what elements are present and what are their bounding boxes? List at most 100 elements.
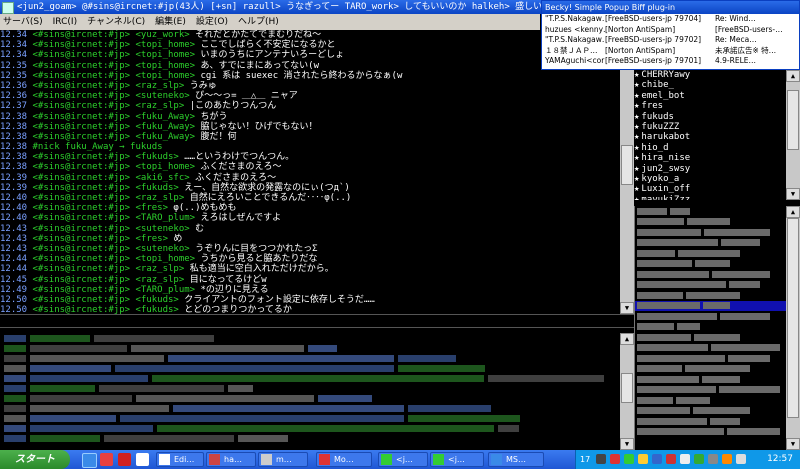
channel-list-item[interactable] <box>635 248 787 259</box>
channel-list-item[interactable] <box>635 322 787 333</box>
scroll-up-arrow-icon[interactable]: ▲ <box>786 206 800 218</box>
task-button-mo[interactable]: Mo… <box>316 452 372 467</box>
tray-icon-5[interactable] <box>652 454 662 464</box>
scroll-up-arrow-icon[interactable]: ▲ <box>620 333 634 345</box>
tray-icon-6[interactable] <box>666 454 676 464</box>
task-button-m[interactable]: m… <box>258 452 308 467</box>
channel-list-item[interactable] <box>635 300 787 311</box>
tray-icon-9[interactable] <box>708 454 718 464</box>
nick-list-item[interactable]: ★ Luxin_off <box>634 184 784 194</box>
channel-list-item[interactable] <box>635 416 787 427</box>
nick-list-item[interactable]: ★ jun2_swsy <box>634 164 784 174</box>
nick-list-item[interactable]: ★ mayukiZzz <box>634 195 784 200</box>
ie-icon[interactable] <box>82 453 97 468</box>
system-message: #nick fuku_Away → fukuds <box>32 142 163 153</box>
speaker-icon[interactable] <box>736 454 746 464</box>
tray-icon-4[interactable] <box>638 454 648 464</box>
menu-server[interactable]: サーバ(S) <box>3 17 43 27</box>
tray-icon-8[interactable] <box>694 454 704 464</box>
scroll-thumb[interactable] <box>621 373 633 403</box>
channel-list-item[interactable] <box>635 290 787 301</box>
channel-list-item[interactable] <box>635 406 787 417</box>
menu-irc[interactable]: IRC(I) <box>53 17 77 27</box>
tray-icon-1[interactable] <box>596 454 606 464</box>
tray-icon-2[interactable] <box>610 454 620 464</box>
scroll-down-arrow-icon[interactable]: ▼ <box>620 438 634 450</box>
task-button-ha[interactable]: ha… <box>206 452 256 467</box>
channel-list-item[interactable] <box>635 427 787 438</box>
channel-list-item[interactable] <box>635 385 787 396</box>
channel-list-item[interactable] <box>635 353 787 364</box>
mail-item[interactable]: "T.P.S.Nakagaw… [FreeBSD-users-jp 79702] R… <box>542 35 799 46</box>
tray-icon-10[interactable] <box>722 454 732 464</box>
message-input[interactable] <box>0 315 634 327</box>
channel-list-item[interactable] <box>635 238 787 249</box>
chat-line: 12.45 <#sins@ircnet:#jp> <raz_slp> 目になって… <box>0 275 620 285</box>
task-button-edi[interactable]: Edi… <box>156 452 204 467</box>
channel-list-item[interactable] <box>635 364 787 375</box>
app-white-icon[interactable] <box>136 453 149 466</box>
start-button[interactable]: スタート <box>0 450 70 469</box>
mail-item[interactable]: "T.P.S.Nakagaw… [FreeBSD-users-jp 79704] R… <box>542 14 799 25</box>
timestamp: 12.37 <box>0 101 28 112</box>
scroll-thumb[interactable] <box>787 218 799 418</box>
sender-nick: <topi_home> <box>135 50 196 61</box>
channel-list-item[interactable] <box>635 374 787 385</box>
app-red2-icon[interactable] <box>118 453 131 466</box>
scroll-down-arrow-icon[interactable]: ▼ <box>786 438 800 450</box>
nick-name: Luxin_off <box>641 184 691 195</box>
channel-list-item[interactable] <box>635 206 787 217</box>
nick-list-item[interactable]: ★ kyoko_a <box>634 174 784 184</box>
scroll-down-arrow-icon[interactable]: ▼ <box>786 188 800 200</box>
secondary-log-scrollbar[interactable]: ▲ ▼ <box>620 333 634 450</box>
nick-list-item[interactable]: ★ fukuds <box>634 112 784 122</box>
nick-list-item[interactable]: ★ fukuZZZ <box>634 122 784 132</box>
channel-list-item[interactable] <box>635 332 787 343</box>
tray-icon-3[interactable] <box>624 454 634 464</box>
nick-list-item[interactable]: ★ harukabot <box>634 132 784 142</box>
channel-list-item[interactable] <box>635 259 787 270</box>
menu-edit[interactable]: 編集(E) <box>155 17 186 27</box>
mail-subj: 未承諾広告※ 特… <box>715 45 777 55</box>
clock[interactable]: 12:57 <box>767 450 793 469</box>
mail-item[interactable]: １８禁ＪＡＰ… [Norton AntiSpam] 未承諾広告※ 特… <box>542 46 799 57</box>
nick-list-item[interactable]: ★ CHERRYawy <box>634 70 784 80</box>
message-text: いまのうちにアンテナいろーどしょ <box>200 50 345 61</box>
task-button-ms[interactable]: MS… <box>488 452 544 467</box>
channel-list-item[interactable] <box>635 269 787 280</box>
menu-settings[interactable]: 設定(O) <box>196 17 228 27</box>
nick-list-item[interactable]: ★ emel_bot <box>634 91 784 101</box>
nick-list-item[interactable]: ★ hira_nise <box>634 153 784 163</box>
scroll-down-arrow-icon[interactable]: ▼ <box>620 302 634 314</box>
menu-channel[interactable]: チャンネル(C) <box>87 17 145 27</box>
channel-tag: <#sins@ircnet:#jp> <box>32 233 131 244</box>
timestamp: 12.40 <box>0 193 28 203</box>
timestamp: 12.44 <box>0 254 28 265</box>
channel-list-item[interactable] <box>635 395 787 406</box>
tray-icon-7[interactable] <box>680 454 690 464</box>
nick-list-item[interactable]: ★ hio_d <box>634 143 784 153</box>
scroll-thumb[interactable] <box>621 145 633 185</box>
channel-list-item[interactable] <box>635 311 787 322</box>
mail-item[interactable]: YAMAguchi<cor…[FreeBSD-users-jp 79701] 4.… <box>542 56 799 67</box>
channel-list-item[interactable] <box>635 280 787 291</box>
mail-popup[interactable]: Becky! Simple Popup Biff plug-in "T.P.S.… <box>541 0 800 70</box>
app-red-icon[interactable] <box>100 453 113 466</box>
channel-list-item[interactable] <box>635 343 787 354</box>
mail-item[interactable]: huzues <kenny… [Norton AntiSpam] [FreeBSD-… <box>542 25 799 36</box>
message-text: えろはしぜんですよ <box>200 213 282 224</box>
menu-help[interactable]: ヘルプ(H) <box>238 17 279 27</box>
channel-list-scrollbar[interactable]: ▲ ▼ <box>786 206 800 450</box>
channel-list-item[interactable] <box>635 217 787 228</box>
channel-list-item[interactable] <box>635 227 787 238</box>
scroll-thumb[interactable] <box>787 90 799 150</box>
nick-list-item[interactable]: ★ fres <box>634 101 784 111</box>
message-input-bar[interactable] <box>0 314 634 328</box>
task-button-j2[interactable]: <j… <box>430 452 484 467</box>
mail-from: YAMAguchi<cor… <box>545 56 605 65</box>
scroll-up-arrow-icon[interactable]: ▲ <box>786 70 800 82</box>
chat-scrollbar[interactable]: ▲ ▼ <box>620 30 634 314</box>
nick-list-scrollbar[interactable]: ▲ ▼ <box>786 70 800 200</box>
nick-list-item[interactable]: ★ chibe_ <box>634 80 784 90</box>
task-button-j1[interactable]: <j… <box>378 452 428 467</box>
